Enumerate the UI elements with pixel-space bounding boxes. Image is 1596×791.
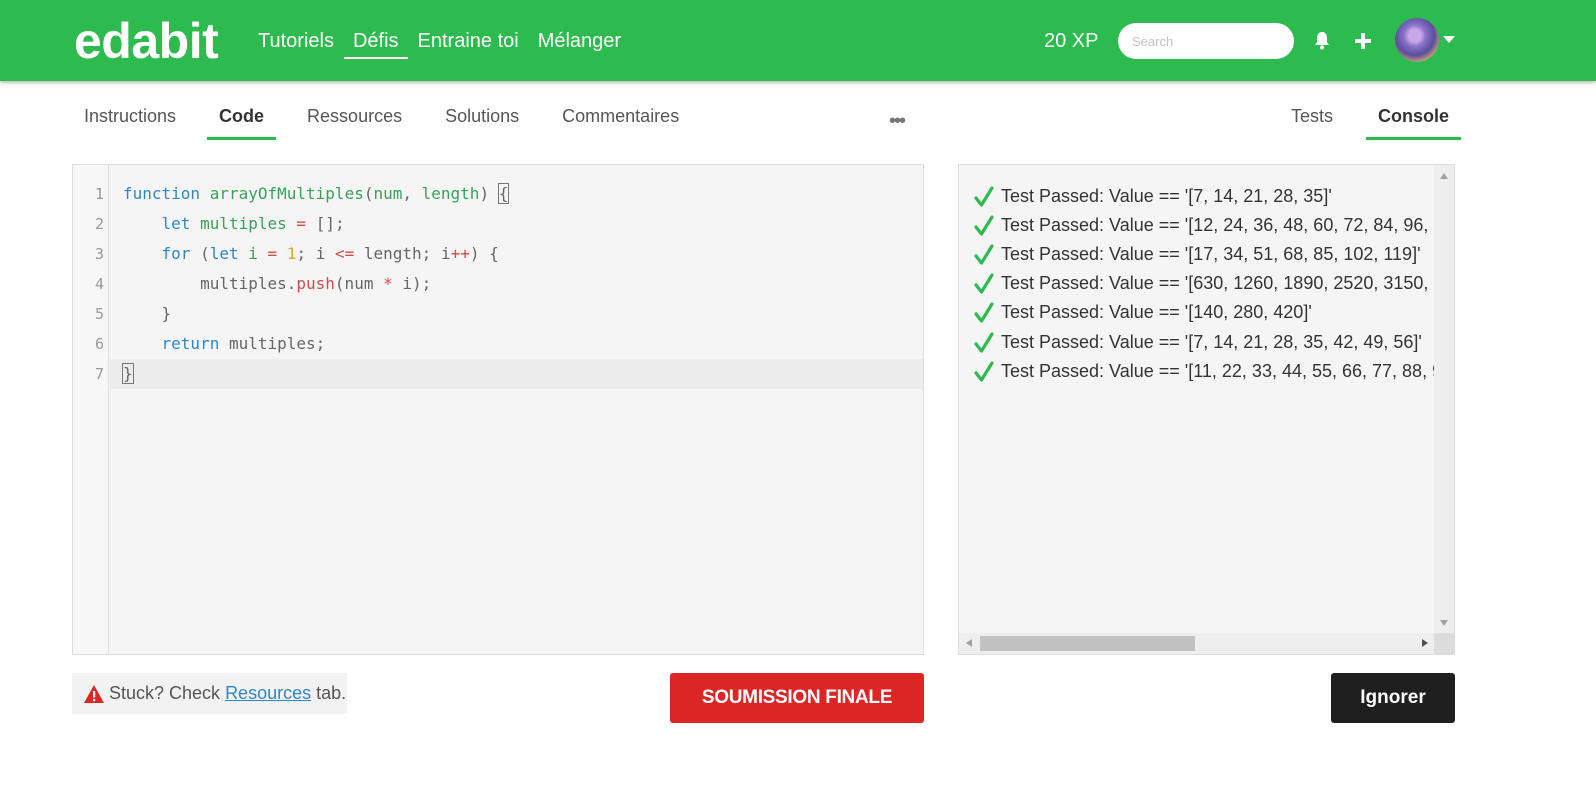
check-icon [974, 331, 994, 353]
scroll-down-arrow-icon[interactable] [1440, 620, 1448, 626]
test-result-text: Test Passed: Value == '[140, 280, 420]' [1001, 302, 1312, 322]
test-result-text: Test Passed: Value == '[12, 24, 36, 48, … [1001, 215, 1454, 235]
tab-instructions[interactable]: Instructions [84, 104, 176, 139]
scroll-left-arrow-icon[interactable] [966, 639, 972, 647]
search-input[interactable] [1118, 23, 1294, 59]
final-submit-button[interactable]: SOUMISSION FINALE [670, 673, 924, 723]
editor-tabs: Instructions Code Ressources Solutions C… [84, 104, 722, 140]
chevron-down-icon[interactable] [1443, 36, 1455, 43]
code-editor[interactable]: 1 2 3 4 5 6 7 function arrayOfMultiples(… [72, 164, 924, 655]
nav-melanger[interactable]: Mélanger [538, 28, 621, 54]
line-number: 3 [94, 245, 104, 263]
resources-link[interactable]: Resources [225, 683, 311, 704]
nav-entraine-toi[interactable]: Entraine toi [418, 28, 519, 54]
line-number: 4 [94, 275, 104, 293]
nav-tutoriels[interactable]: Tutoriels [258, 28, 334, 54]
tab-commentaires[interactable]: Commentaires [562, 104, 679, 139]
test-result-text: Test Passed: Value == '[7, 14, 21, 28, 3… [1001, 186, 1332, 206]
check-icon [974, 301, 994, 323]
test-result: Test Passed: Value == '[11, 22, 33, 44, … [973, 357, 1452, 386]
tab-console[interactable]: Console [1366, 104, 1462, 140]
code-line[interactable]: let multiples = []; [123, 209, 345, 239]
check-icon [974, 243, 994, 265]
code-line[interactable]: for (let i = 1; i <= length; i++) { [123, 239, 499, 269]
horizontal-scrollbar[interactable] [959, 633, 1435, 654]
line-number: 5 [94, 305, 104, 323]
code-line[interactable]: multiples.push(num * i); [123, 269, 431, 299]
xp-counter[interactable]: 20 XP [1044, 28, 1098, 54]
edabit-logo[interactable]: edabit [74, 12, 219, 70]
check-icon [974, 214, 994, 236]
stuck-hint-prefix: Stuck? Check [109, 683, 221, 703]
plus-icon[interactable] [1351, 28, 1375, 54]
test-result: Test Passed: Value == '[17, 34, 51, 68, … [973, 240, 1421, 269]
code-line[interactable]: } [123, 299, 172, 329]
console-output[interactable]: Test Passed: Value == '[7, 14, 21, 28, 3… [958, 164, 1455, 655]
stuck-hint-suffix: tab. [316, 683, 347, 703]
bell-icon[interactable] [1310, 28, 1334, 54]
code-line[interactable]: return multiples; [123, 329, 326, 359]
code-line[interactable]: function arrayOfMultiples(num, length) { [123, 179, 510, 209]
stuck-hint: Stuck? Check Resources tab. [72, 673, 347, 714]
nav-defis[interactable]: Défis [343, 28, 408, 59]
line-number: 7 [94, 365, 104, 383]
tab-solutions[interactable]: Solutions [445, 104, 519, 139]
check-icon [974, 185, 994, 207]
test-result-text: Test Passed: Value == '[11, 22, 33, 44, … [1001, 361, 1453, 381]
ignore-button[interactable]: Ignorer [1331, 673, 1455, 723]
output-tabs: Tests Console [1291, 104, 1462, 140]
check-icon [974, 272, 994, 294]
test-result: Test Passed: Value == '[140, 280, 420]' [973, 298, 1312, 327]
line-number: 1 [94, 185, 104, 203]
test-result: Test Passed: Value == '[7, 14, 21, 28, 3… [973, 182, 1332, 211]
scrollbar-corner [1434, 633, 1454, 654]
warning-icon [84, 684, 104, 703]
horizontal-scroll-thumb[interactable] [980, 636, 1195, 651]
top-navbar: edabit Tutoriels Défis Entraine toi Méla… [0, 0, 1596, 81]
test-result-text: Test Passed: Value == '[7, 14, 21, 28, 3… [1001, 332, 1422, 352]
test-result: Test Passed: Value == '[12, 24, 36, 48, … [973, 211, 1453, 240]
scroll-up-arrow-icon[interactable] [1440, 173, 1448, 179]
test-result: Test Passed: Value == '[630, 1260, 1890,… [973, 269, 1453, 298]
test-result: Test Passed: Value == '[7, 14, 21, 28, 3… [973, 328, 1422, 357]
main-nav: Tutoriels Défis Entraine toi Mélanger [258, 28, 640, 59]
test-result-text: Test Passed: Value == '[630, 1260, 1890,… [1001, 273, 1454, 293]
more-options-icon[interactable]: ••• [889, 111, 906, 131]
line-number: 2 [94, 215, 104, 233]
code-line[interactable]: } [122, 359, 134, 389]
scroll-right-arrow-icon[interactable] [1422, 639, 1428, 647]
line-number-gutter: 1 2 3 4 5 6 7 [73, 165, 109, 654]
tab-tests[interactable]: Tests [1291, 104, 1333, 139]
active-line-highlight [110, 359, 923, 389]
tab-ressources[interactable]: Ressources [307, 104, 402, 139]
tab-code[interactable]: Code [207, 104, 277, 140]
line-number: 6 [94, 335, 104, 353]
vertical-scrollbar[interactable] [1434, 165, 1454, 634]
user-avatar[interactable] [1395, 18, 1439, 62]
check-icon [974, 360, 994, 382]
test-result-text: Test Passed: Value == '[17, 34, 51, 68, … [1001, 244, 1421, 264]
